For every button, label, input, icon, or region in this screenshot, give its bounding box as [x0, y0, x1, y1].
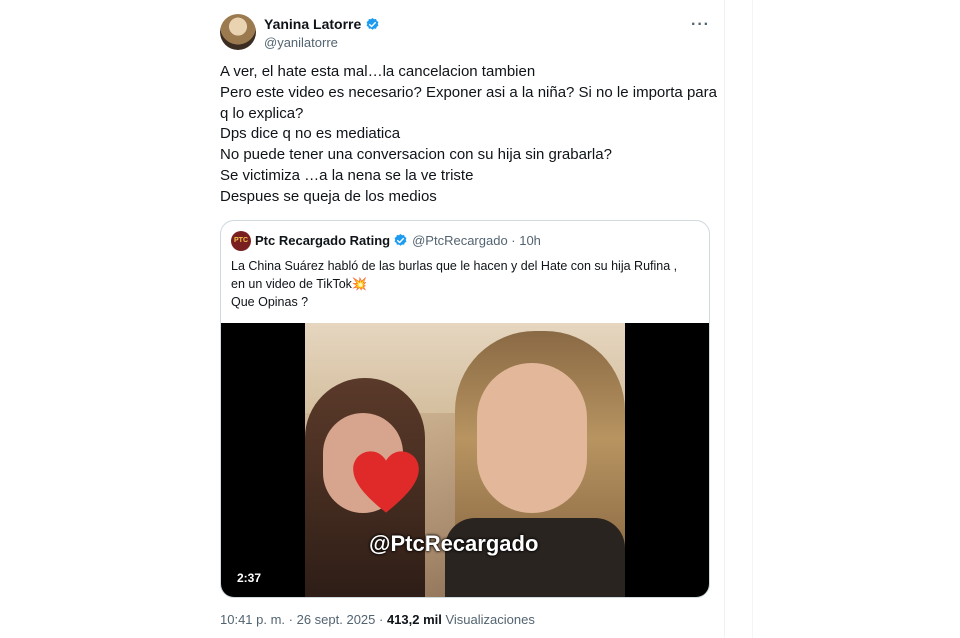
- views-count: 413,2 mil: [386, 611, 442, 627]
- quoted-handle-time[interactable]: @PtcRecargado · 10h: [412, 233, 541, 248]
- column-divider: [724, 0, 725, 638]
- column-divider-secondary: [752, 0, 753, 638]
- video-duration: 2:37: [231, 568, 268, 587]
- left-gutter: [0, 0, 205, 638]
- quoted-tweet[interactable]: PTC Ptc Recargado Rating @PtcRecargado ·…: [220, 219, 710, 598]
- video-thumbnail[interactable]: @PtcRecargado: [305, 322, 625, 597]
- heart-sticker-icon: [353, 450, 419, 513]
- quoted-line: Que Opinas ?: [231, 294, 309, 309]
- quoted-author-name[interactable]: Ptc Recargado Rating: [255, 233, 390, 248]
- tweet-meta: 10:41 p. m. · 26 sept. 2025 · 413,2 mil …: [220, 612, 712, 627]
- tweet-line: Despues se queja de los medios: [220, 187, 437, 205]
- author-name[interactable]: Yanina Latorre: [264, 16, 361, 32]
- tweet-line: No puede tener una conversacion con su h…: [220, 146, 612, 164]
- tweet-line: A ver, el hate esta mal…la cancelacion t…: [220, 63, 536, 80]
- quoted-tweet-text: La China Suárez habló de las burlas que …: [221, 251, 709, 323]
- tweet-header: Yanina Latorre @yanilatorre ···: [220, 14, 712, 54]
- tweet-line: Pero este video es necesario? Exponer as…: [220, 83, 717, 101]
- tweet-datetime[interactable]: 10:41 p. m. · 26 sept. 2025 ·: [220, 612, 387, 627]
- verified-badge-icon: [394, 234, 407, 246]
- quoted-avatar[interactable]: PTC: [231, 230, 251, 251]
- quoted-line: La China Suárez habló de las burlas que …: [231, 258, 678, 273]
- quoted-line: en un video de TikTok💥: [231, 276, 368, 291]
- avatar[interactable]: [220, 14, 256, 50]
- quoted-tweet-header: PTC Ptc Recargado Rating @PtcRecargado ·…: [221, 221, 709, 251]
- video-watermark: @PtcRecargado: [369, 530, 539, 556]
- author-block: Yanina Latorre @yanilatorre: [264, 16, 380, 50]
- more-options-icon[interactable]: ···: [691, 16, 710, 34]
- author-handle[interactable]: @yanilatorre: [264, 35, 380, 50]
- video-player[interactable]: @PtcRecargado 2:37: [221, 322, 709, 597]
- tweet-line: q lo explica?: [220, 104, 304, 122]
- verified-badge-icon: [366, 17, 379, 30]
- views-label: Visualizaciones: [441, 611, 535, 627]
- tweet-line: Se victimiza …a la nena se la ve triste: [220, 166, 474, 184]
- tweet: Yanina Latorre @yanilatorre ··· A ver, e…: [220, 14, 717, 627]
- tweet-text: A ver, el hate esta mal…la cancelacion t…: [220, 62, 717, 208]
- tweet-line: Dps dice q no es mediatica: [220, 125, 401, 143]
